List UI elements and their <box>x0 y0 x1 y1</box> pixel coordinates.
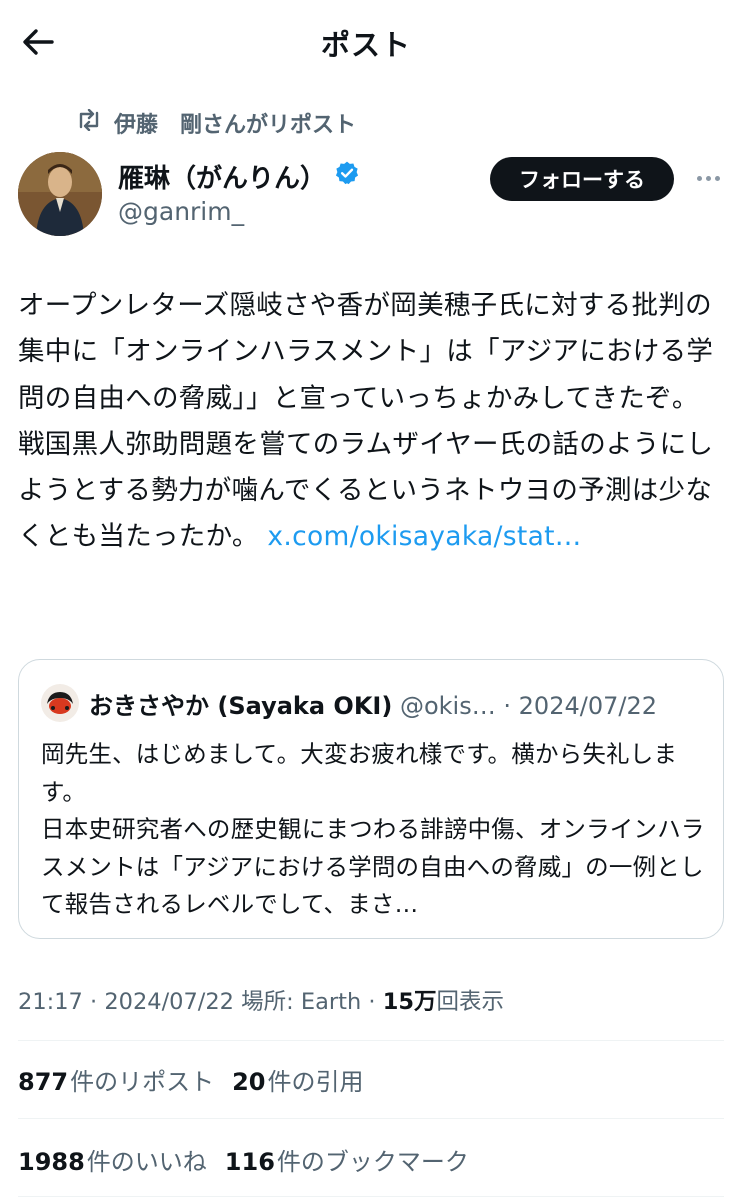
reposts-count[interactable]: 877 <box>18 1068 68 1096</box>
post-location: 場所: Earth <box>241 989 362 1015</box>
repost-text: 伊藤 剛さんがリポスト <box>114 113 357 138</box>
follow-button[interactable]: フォローする <box>490 157 674 201</box>
quoted-post-text: 岡先生、はじめまして。大変お疲れ様です。横から失礼します。 日本史研究者への歴史… <box>41 736 711 924</box>
divider <box>18 1118 724 1119</box>
repost-indicator[interactable]: 伊藤 剛さんがリポスト <box>76 106 356 140</box>
author-name-text: 雁琳（がんりん） <box>118 164 327 194</box>
post-link[interactable]: x.com/okisayaka/stat… <box>267 521 581 552</box>
views-count: 15万 <box>382 989 437 1015</box>
likes-label[interactable]: 件のいいね <box>87 1142 207 1177</box>
post-time: 21:17 <box>18 989 83 1015</box>
stats-row-reposts: 877 件のリポスト 20 件の引用 <box>18 1062 364 1097</box>
verified-badge-icon <box>334 160 360 193</box>
repost-icon <box>76 108 114 137</box>
more-options-icon[interactable] <box>690 160 726 196</box>
quoted-text-line: 日本史研究者への歴史観にまつわる誹謗中傷、オンラインハラスメントは「アジアにおけ… <box>41 815 705 918</box>
reposts-label[interactable]: 件のリポスト <box>70 1062 214 1097</box>
divider <box>18 1196 724 1197</box>
author-handle[interactable]: @ganrim_ <box>118 197 244 226</box>
post-body: オープンレターズ隠岐さや香が岡美穂子氏に対する批判の集中に「オンラインハラスメン… <box>18 290 714 553</box>
post-meta: 21:17 · 2024/07/22 場所: Earth · 15万回表示 <box>18 989 505 1015</box>
top-bar: ポスト <box>0 0 732 84</box>
quoted-post-card[interactable]: おきさやか (Sayaka OKI) @okis… · 2024/07/22 岡… <box>18 659 724 939</box>
author-name[interactable]: 雁琳（がんりん） <box>118 158 360 195</box>
quoted-post-header: おきさやか (Sayaka OKI) @okis… · 2024/07/22 <box>89 686 709 721</box>
post-text: オープンレターズ隠岐さや香が岡美穂子氏に対する批判の集中に「オンラインハラスメン… <box>18 283 718 561</box>
views-label: 回表示 <box>436 989 505 1015</box>
post-date: 2024/07/22 <box>104 989 234 1015</box>
stats-row-likes: 1988 件のいいね 116 件のブックマーク <box>18 1142 469 1177</box>
author-avatar[interactable] <box>18 152 102 236</box>
quoted-post-date: 2024/07/22 <box>518 692 657 720</box>
page-title: ポスト <box>320 28 411 62</box>
divider <box>18 1040 724 1041</box>
quoted-separator: · <box>503 692 512 720</box>
quoted-text-line: 岡先生、はじめまして。大変お疲れ様です。横から失礼します。 <box>41 740 678 806</box>
quoted-author-handle: @okis… <box>399 692 496 720</box>
quoted-author-name: おきさやか (Sayaka OKI) <box>89 692 393 720</box>
bookmarks-count[interactable]: 116 <box>225 1148 275 1176</box>
quotes-count[interactable]: 20 <box>232 1068 265 1096</box>
quoted-author-avatar <box>41 684 79 722</box>
bookmarks-label[interactable]: 件のブックマーク <box>277 1142 469 1177</box>
quotes-label[interactable]: 件の引用 <box>268 1062 364 1097</box>
likes-count[interactable]: 1988 <box>18 1148 85 1176</box>
